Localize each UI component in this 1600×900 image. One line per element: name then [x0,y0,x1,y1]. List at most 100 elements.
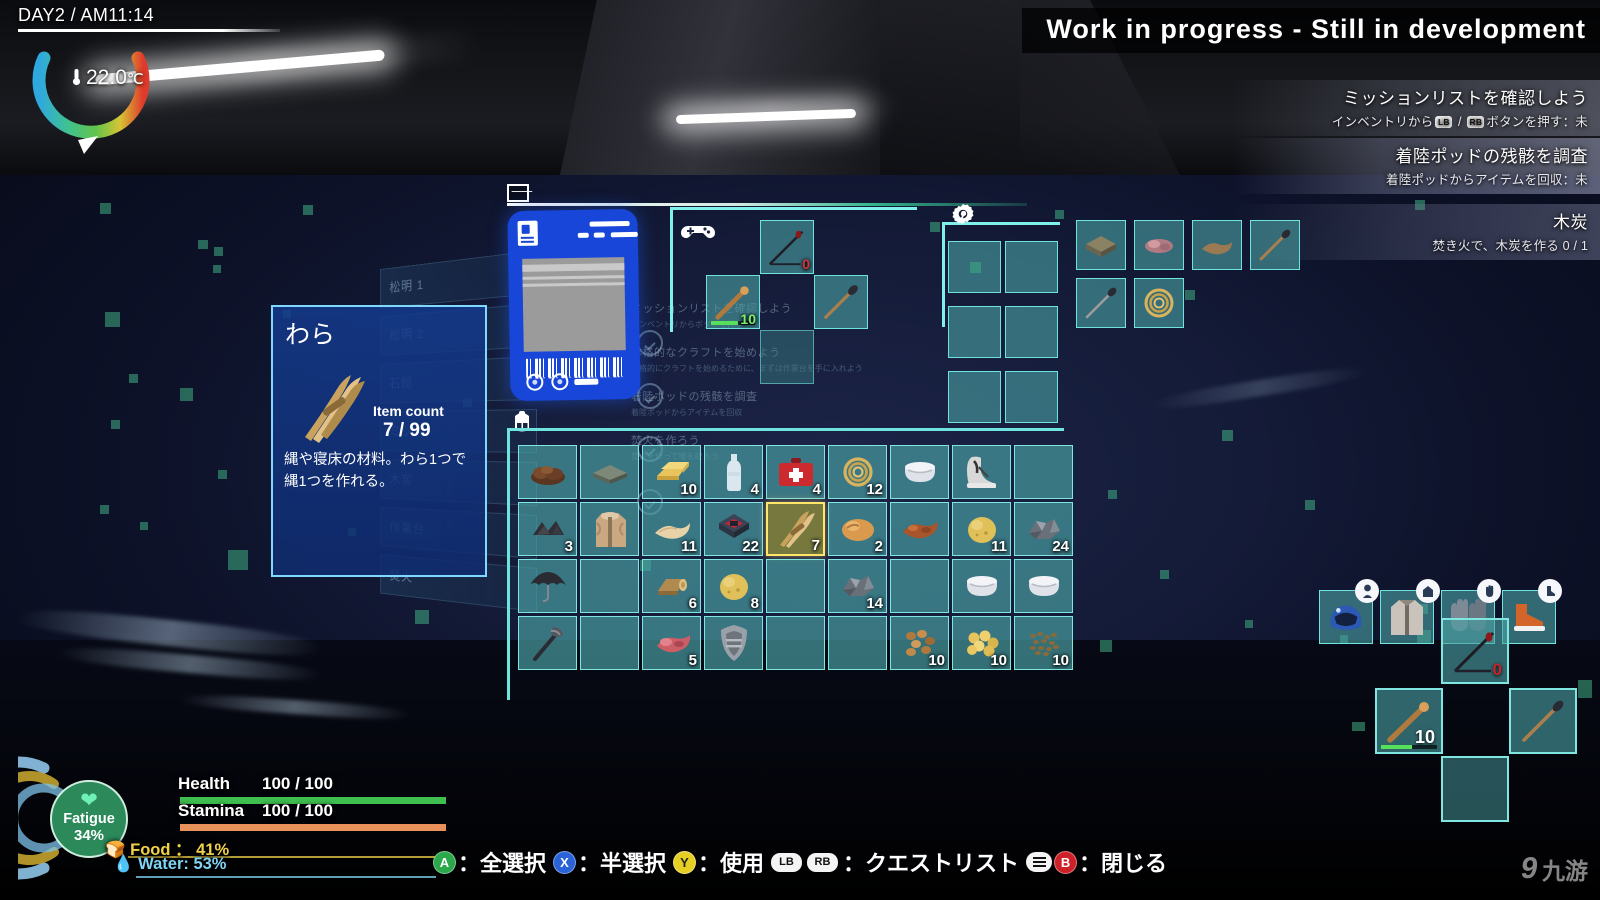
tooltip-count-label: Item count [373,403,444,419]
quest-objective: 着陸ポッドからアイテムを回収：未 [1386,173,1588,187]
control-hint-use[interactable]: Y ：使用 [672,846,764,878]
inventory-cell-armor-plate[interactable] [704,616,763,670]
wheel-slot-empty[interactable] [1441,756,1509,822]
inventory-cell-bowl[interactable] [952,559,1011,613]
loot-slot-hide[interactable] [1192,220,1242,270]
control-hint-select-half[interactable]: X ：半選択 [552,846,666,878]
control-hint-close[interactable]: B ：閉じる [1026,846,1167,878]
inventory-panel: 10 4 4 12 3 11 22 7 2 11 24 6 8 14 5 10 10 10 [507,428,1073,700]
health-label: Health [178,774,230,793]
y-button-icon: Y [672,850,696,874]
inventory-cell-umbrella[interactable] [518,559,577,613]
tool-panel [932,204,1060,446]
inventory-cell-empty[interactable] [580,616,639,670]
wheel-slot-torch[interactable]: 10 [1375,688,1443,754]
inventory-cell-empty[interactable] [766,559,825,613]
control-label: ：半選択 [577,851,666,876]
meat-cooked-icon [896,508,943,550]
weapon-slot-torch[interactable]: 10 [706,275,760,329]
time-and-temperature-hud: DAY2 / AM11:14 22.0℃ [18,5,318,154]
inventory-cell-ore[interactable]: 14 [828,559,887,613]
armor-slot-helmet[interactable] [1319,579,1379,644]
inventory-cell-cloth[interactable]: 11 [642,502,701,556]
inventory-cell-log[interactable]: 6 [642,559,701,613]
inventory-cell-count: 2 [874,538,883,555]
spear-icon [1082,284,1120,322]
tool-slot[interactable] [948,371,1001,423]
inventory-cell-chip[interactable]: 22 [704,502,763,556]
meat-raw-icon [1140,226,1178,264]
tool-slot[interactable] [948,241,1001,293]
rb-button-glyph: RB [1467,116,1485,128]
control-hint-select-all[interactable]: A ：全選択 [432,846,546,878]
inventory-cell-raw-meat[interactable]: 5 [642,616,701,670]
inventory-cell-potato[interactable]: 11 [952,502,1011,556]
stamina-bar [180,824,446,831]
inventory-cell-boots[interactable] [952,445,1011,499]
inventory-cell-seeds[interactable]: 10 [1014,616,1073,670]
inventory-cell-empty[interactable] [1014,445,1073,499]
loot-slot-spear-2[interactable] [1076,278,1126,328]
loot-slot-meat[interactable] [1134,220,1184,270]
id-card-button[interactable] [551,373,569,391]
site-watermark: 9 九游 [1519,852,1588,886]
tool-panel-leftline [942,222,945,327]
inventory-cell-count: 14 [866,595,883,612]
loot-slot-crate[interactable] [1076,220,1126,270]
inventory-cell-stone-slab[interactable] [580,445,639,499]
stamina-value: 100 / 100 [262,801,333,820]
inventory-cell-nuts[interactable]: 10 [890,616,949,670]
inventory-cell-potato[interactable]: 8 [704,559,763,613]
tool-slot[interactable] [1005,306,1058,358]
inventory-cell-empty[interactable] [828,616,887,670]
inventory-cell-ember[interactable] [518,445,577,499]
fatigue-label: Fatigue [63,811,115,828]
id-card-device[interactable] [507,208,641,402]
tooltip-count-value: 7 / 99 [383,420,431,441]
inventory-cell-empty[interactable] [580,559,639,613]
inventory-cell-straw-bundle[interactable]: 7 [766,502,825,556]
inventory-cell-ore[interactable]: 24 [1014,502,1073,556]
inventory-cell-bowl[interactable] [890,445,949,499]
control-label: ：クエストリスト [843,851,1020,876]
bowl-icon [1020,565,1067,607]
slot-count: 10 [740,311,756,327]
inventory-cell-fur-coat[interactable] [580,502,639,556]
weapon-slot-bow[interactable]: 0 [760,220,814,274]
inventory-cell-meat-cooked[interactable] [890,502,949,556]
inventory-cell-medkit[interactable]: 4 [766,445,825,499]
spear-icon [820,281,862,323]
quest-title: 着陸ポッドの残骸を調査 [1395,147,1588,166]
control-hint-quest-list[interactable]: LB RB ：クエストリスト [771,846,1019,878]
inventory-cell-empty[interactable] [890,559,949,613]
fur-coat-icon [586,508,633,550]
health-value: 100 / 100 [262,774,333,793]
tool-slot[interactable] [1005,371,1058,423]
tooltip-item-name: わら [285,321,336,349]
inventory-cell-empty[interactable] [766,616,825,670]
game-screen: DAY2 / AM11:14 22.0℃ Work in progress - … [0,0,1600,900]
inventory-cell-count: 8 [750,595,759,612]
inventory-cell-count: 24 [1052,538,1069,555]
lb-button-glyph: LB [1435,116,1453,128]
inventory-cell-charcoal[interactable]: 3 [518,502,577,556]
inventory-cell-berries[interactable]: 10 [952,616,1011,670]
inventory-cell-bowl[interactable] [1014,559,1073,613]
inventory-cell-axe[interactable] [518,616,577,670]
axe-icon [524,622,571,664]
inventory-cell-rope[interactable]: 12 [828,445,887,499]
loot-slot-rope[interactable] [1134,278,1184,328]
wheel-slot-spear[interactable] [1509,688,1577,754]
wheel-slot-bow[interactable]: 0 [1441,618,1509,684]
crate-icon [1082,226,1120,264]
inventory-cell-gold-bar[interactable]: 10 [642,445,701,499]
inventory-cell-count: 3 [564,538,573,555]
weapon-slot-spear[interactable] [814,275,868,329]
inventory-cell-bottle[interactable]: 4 [704,445,763,499]
tool-slot[interactable] [1005,241,1058,293]
id-card-button[interactable] [526,373,544,391]
inventory-cell-bread[interactable]: 2 [828,502,887,556]
weapon-slot-empty[interactable] [760,330,814,384]
tool-slot[interactable] [948,306,1001,358]
loot-slot-spear[interactable] [1250,220,1300,270]
